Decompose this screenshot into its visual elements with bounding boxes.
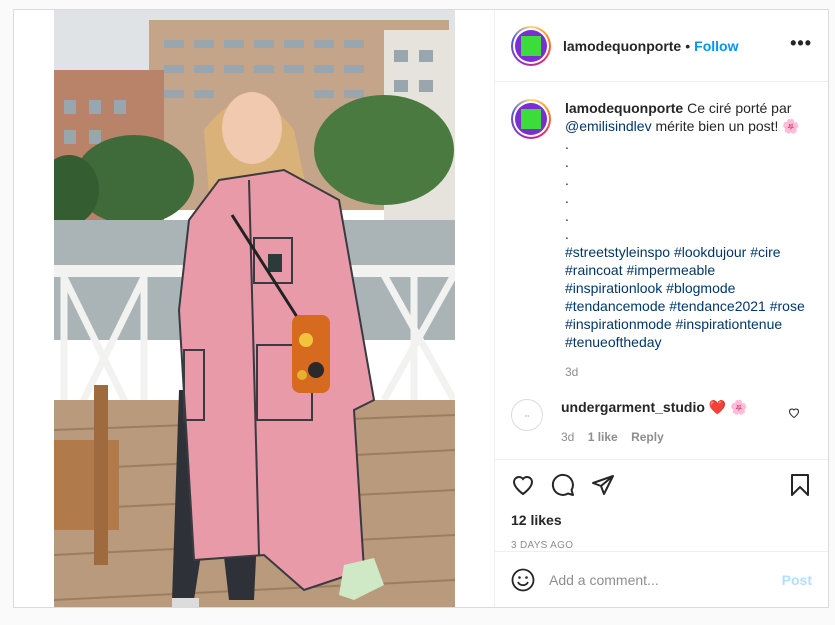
post-actions: 12 likes 3 DAYS AGO (495, 459, 828, 551)
comment-icon[interactable] (551, 473, 575, 497)
comment-item: ••• undergarment_studio ❤️ 🌸 3d 1 like R… (511, 399, 812, 444)
header-username[interactable]: lamodequonporte (563, 38, 681, 54)
post-header: lamodequonporte • Follow ••• (495, 10, 828, 82)
comment-username[interactable]: undergarment_studio (561, 399, 705, 415)
likes-count[interactable]: 12 likes (511, 512, 812, 528)
caption: lamodequonporte Ce ciré porté par @emili… (511, 99, 812, 381)
post-photo[interactable] (54, 10, 455, 607)
caption-mention[interactable]: @emilisindlev (565, 118, 652, 134)
post-time: 3 DAYS AGO (511, 540, 574, 551)
street-style-photo (54, 10, 455, 607)
comment-input[interactable] (549, 571, 782, 588)
add-comment-bar: Post (495, 551, 828, 607)
avatar-logo (521, 109, 541, 129)
flower-emoji: 🌸 (782, 118, 800, 134)
caption-username[interactable]: lamodequonporte (565, 100, 683, 116)
comment-emoji: ❤️ 🌸 (708, 399, 748, 415)
comments-section[interactable]: lamodequonporte Ce ciré porté par @emili… (495, 83, 828, 459)
instagram-post: lamodequonporte • Follow ••• lamodequonp… (13, 9, 829, 608)
comment-body: undergarment_studio ❤️ 🌸 3d 1 like Reply (561, 399, 748, 444)
avatar-logo (521, 35, 541, 56)
caption-time: 3d (565, 365, 579, 379)
more-options-icon[interactable]: ••• (790, 34, 812, 52)
caption-hashtags[interactable]: #streetstyleinspo #lookdujour #cire #rai… (565, 243, 812, 351)
commenter-avatar[interactable]: ••• (511, 399, 543, 431)
emoji-icon[interactable] (511, 568, 535, 592)
post-button[interactable]: Post (782, 572, 812, 588)
caption-dots: . . . . . . (565, 136, 569, 242)
comment-heart-icon[interactable] (788, 407, 800, 419)
avatar-image (515, 29, 547, 62)
comment-likes[interactable]: 1 like (588, 430, 618, 444)
header-separator: • (685, 37, 691, 54)
heart-icon[interactable] (511, 473, 535, 497)
avatar[interactable] (511, 25, 551, 66)
bookmark-icon[interactable] (788, 473, 812, 497)
caption-text-after: mérite bien un post! (655, 118, 779, 134)
share-icon[interactable] (591, 473, 615, 497)
follow-button[interactable]: Follow (694, 38, 738, 54)
post-sidebar: lamodequonporte • Follow ••• lamodequonp… (494, 10, 828, 607)
post-media (14, 10, 494, 607)
reply-button[interactable]: Reply (631, 430, 664, 444)
caption-avatar[interactable] (511, 99, 551, 139)
caption-body: lamodequonporte Ce ciré porté par @emili… (565, 99, 812, 381)
action-bar (511, 470, 812, 500)
caption-text: Ce ciré porté par (687, 100, 792, 116)
comment-meta: 3d 1 like Reply (561, 430, 748, 444)
comment-time: 3d (561, 430, 575, 444)
